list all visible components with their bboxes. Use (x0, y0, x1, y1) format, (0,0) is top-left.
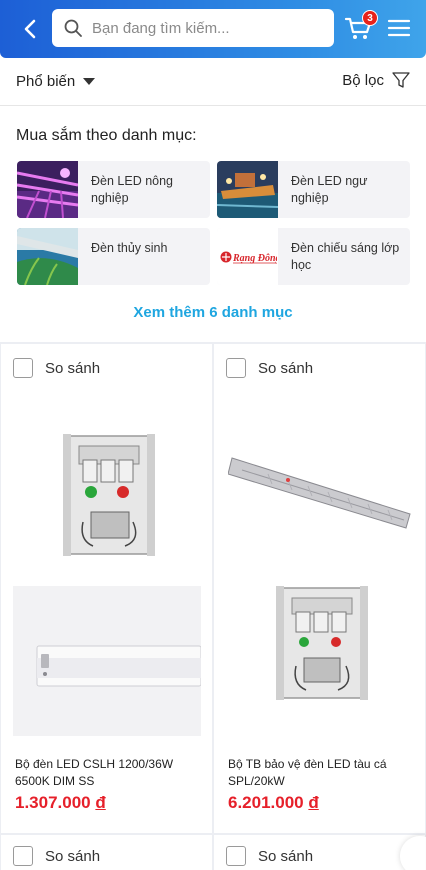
compare-label: So sánh (45, 359, 101, 377)
search-box[interactable] (52, 9, 334, 47)
sort-filter-bar: Phổ biến Bộ lọc (0, 58, 426, 106)
sort-label: Phổ biến (16, 73, 76, 90)
category-agriculture-led[interactable]: Đèn LED nông nghiệp (17, 161, 210, 218)
product-name[interactable]: Bộ TB bảo vệ đèn LED tàu cá SPL/20kW (228, 756, 408, 790)
caret-down-icon (83, 78, 96, 85)
product-card[interactable]: So sánh Bộ đèn LED CSLH 1200/36W 6500K D… (1, 344, 212, 833)
category-label: Đèn LED nông nghiệp (91, 174, 174, 205)
see-more-categories-link[interactable]: Xem thêm 6 danh mục (0, 304, 426, 321)
category-thumbnail (17, 228, 78, 285)
category-label: Đèn chiếu sáng lớp học (291, 241, 400, 272)
filter-label: Bộ lọc (342, 71, 384, 89)
price-value: 6.201.000 (228, 793, 304, 812)
checkbox-box (226, 358, 246, 378)
compare-label: So sánh (258, 847, 314, 865)
checkbox-box (13, 846, 33, 866)
sort-dropdown[interactable]: Phổ biến (16, 73, 96, 90)
product-card[interactable]: So sánh Bộ TB bảo vệ đèn LED tàu cá SPL/… (214, 344, 425, 833)
product-image (228, 457, 411, 700)
category-label: Đèn LED ngư nghiệp (291, 174, 368, 205)
compare-checkbox[interactable]: So sánh (13, 358, 100, 378)
top-app-bar: 3 (0, 0, 426, 58)
compare-checkbox[interactable]: So sánh (226, 846, 313, 866)
category-classroom-light[interactable]: Rạng Đông Đèn chiếu sáng lớp học (217, 228, 410, 285)
rang-dong-logo: Rạng Đông (217, 228, 278, 285)
currency-symbol: đ (308, 793, 319, 812)
funnel-icon (392, 72, 410, 88)
checkbox-box (226, 846, 246, 866)
product-card[interactable]: So sánh (214, 835, 425, 870)
search-input[interactable] (92, 9, 327, 47)
category-fishing-led[interactable]: Đèn LED ngư nghiệp (217, 161, 410, 218)
product-name[interactable]: Bộ đèn LED CSLH 1200/36W 6500K DIM SS (15, 756, 195, 790)
category-thumbnail (17, 161, 78, 218)
category-thumbnail (217, 161, 278, 218)
hamburger-menu-icon[interactable] (387, 16, 411, 40)
product-card[interactable]: So sánh (1, 835, 212, 870)
category-label: Đèn thủy sinh (91, 241, 168, 255)
price-value: 1.307.000 (15, 793, 91, 812)
back-arrow-icon[interactable] (18, 16, 44, 42)
compare-checkbox[interactable]: So sánh (13, 846, 100, 866)
category-aquatic-light[interactable]: Đèn thủy sinh (17, 228, 210, 285)
cart-count-badge: 3 (362, 10, 378, 26)
checkbox-box (13, 358, 33, 378)
product-price: 6.201.000 đ (228, 793, 319, 813)
filter-button[interactable]: Bộ lọc (342, 71, 410, 89)
product-image (13, 434, 201, 736)
currency-symbol: đ (95, 793, 106, 812)
compare-checkbox[interactable]: So sánh (226, 358, 313, 378)
category-section-title: Mua sắm theo danh mục: (16, 127, 197, 144)
compare-label: So sánh (258, 359, 314, 377)
search-icon (64, 19, 82, 37)
compare-label: So sánh (45, 847, 101, 865)
svg-text:Rạng Đông: Rạng Đông (232, 253, 277, 264)
product-price: 1.307.000 đ (15, 793, 106, 813)
